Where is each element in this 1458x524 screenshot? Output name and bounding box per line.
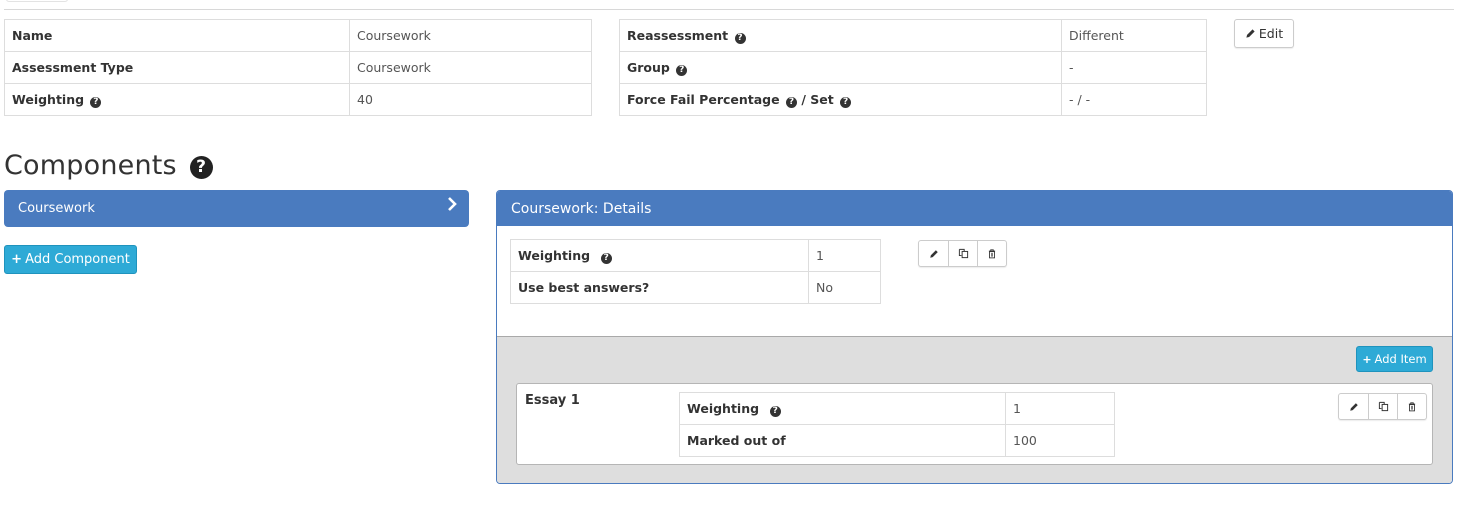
weighting-label: Weighting ? bbox=[4, 83, 350, 116]
use-best-answers-label: Use best answers? bbox=[510, 271, 809, 304]
pencil-icon bbox=[1245, 28, 1256, 39]
pencil-icon bbox=[1349, 402, 1359, 412]
trash-icon bbox=[987, 248, 997, 259]
item-actions bbox=[1338, 393, 1427, 420]
item-title: Essay 1 bbox=[525, 393, 580, 408]
help-icon[interactable]: ? bbox=[600, 252, 612, 264]
help-icon[interactable]: ? bbox=[734, 32, 746, 44]
panel-header: Coursework: Details bbox=[497, 191, 1452, 226]
help-icon[interactable]: ? bbox=[90, 96, 102, 108]
component-actions bbox=[918, 240, 1007, 267]
table-row: Force Fail Percentage ? / Set ? - / - bbox=[619, 83, 1207, 116]
table-row: Assessment Type Coursework bbox=[4, 51, 592, 84]
items-area: + Add Item Essay 1 Weighting ? 1 Marked … bbox=[497, 336, 1452, 483]
edit-component-button[interactable] bbox=[919, 241, 948, 266]
weighting-label: Weighting ? bbox=[510, 239, 809, 272]
panel-title: Coursework: Details bbox=[511, 200, 652, 217]
weighting-value: 40 bbox=[349, 83, 592, 116]
help-icon[interactable]: ? bbox=[769, 405, 781, 417]
group-value: - bbox=[1061, 51, 1207, 84]
add-item-button[interactable]: + Add Item bbox=[1356, 346, 1433, 372]
trash-icon bbox=[1407, 401, 1417, 412]
assessment-settings-table: Reassessment ? Different Group ? - Force… bbox=[619, 19, 1207, 116]
reassessment-label: Reassessment ? bbox=[619, 19, 1062, 52]
pencil-icon bbox=[929, 249, 939, 259]
table-row: Weighting ? 1 bbox=[679, 392, 1115, 425]
copy-component-button[interactable] bbox=[948, 241, 977, 266]
component-label: Coursework bbox=[18, 201, 95, 216]
assessment-info-table: Name Coursework Assessment Type Coursewo… bbox=[4, 19, 592, 116]
table-row: Use best answers? No bbox=[510, 271, 881, 304]
table-row: Name Coursework bbox=[4, 19, 592, 52]
table-row: Weighting ? 40 bbox=[4, 83, 592, 116]
use-best-answers-value: No bbox=[808, 271, 881, 304]
copy-item-button[interactable] bbox=[1368, 394, 1397, 419]
marked-out-of-label: Marked out of bbox=[679, 424, 1006, 457]
add-component-button[interactable]: + Add Component bbox=[4, 245, 137, 274]
reassessment-value: Different bbox=[1061, 19, 1207, 52]
help-icon[interactable]: ? bbox=[840, 96, 852, 108]
marked-out-of-value: 100 bbox=[1005, 424, 1115, 457]
weighting-label: Weighting ? bbox=[679, 392, 1006, 425]
item-card: Essay 1 Weighting ? 1 Marked out of 100 bbox=[516, 383, 1433, 465]
table-row: Marked out of 100 bbox=[679, 424, 1115, 457]
item-details-table: Weighting ? 1 Marked out of 100 bbox=[679, 392, 1115, 457]
copy-icon bbox=[1378, 401, 1389, 412]
delete-component-button[interactable] bbox=[977, 241, 1006, 266]
name-value: Coursework bbox=[349, 19, 592, 52]
delete-item-button[interactable] bbox=[1397, 394, 1426, 419]
help-icon[interactable]: ? bbox=[189, 156, 213, 179]
components-heading: Components ? bbox=[4, 150, 213, 181]
edit-item-button[interactable] bbox=[1339, 394, 1368, 419]
force-fail-label: Force Fail Percentage ? / Set ? bbox=[619, 83, 1062, 116]
copy-icon bbox=[958, 248, 969, 259]
table-row: Weighting ? 1 bbox=[510, 239, 881, 272]
help-icon[interactable]: ? bbox=[785, 96, 797, 108]
assessment-type-value: Coursework bbox=[349, 51, 592, 84]
component-details-table: Weighting ? 1 Use best answers? No bbox=[510, 239, 881, 304]
panel-body: Weighting ? 1 Use best answers? No bbox=[497, 226, 1452, 336]
weighting-value: 1 bbox=[808, 239, 881, 272]
force-fail-value: - / - bbox=[1061, 83, 1207, 116]
edit-button[interactable]: Edit bbox=[1234, 19, 1294, 48]
assessment-type-label: Assessment Type bbox=[4, 51, 350, 84]
plus-icon: + bbox=[11, 252, 23, 267]
table-row: Group ? - bbox=[619, 51, 1207, 84]
chevron-right-icon bbox=[447, 197, 457, 211]
component-details-panel: Coursework: Details Weighting ? 1 Use be… bbox=[496, 190, 1453, 484]
weighting-value: 1 bbox=[1005, 392, 1115, 425]
divider bbox=[4, 9, 1454, 10]
plus-icon: + bbox=[1362, 352, 1372, 366]
table-row: Reassessment ? Different bbox=[619, 19, 1207, 52]
group-label: Group ? bbox=[619, 51, 1062, 84]
top-tab-stub bbox=[6, 0, 68, 2]
help-icon[interactable]: ? bbox=[676, 64, 688, 76]
component-list-item[interactable]: Coursework bbox=[4, 190, 469, 227]
name-label: Name bbox=[4, 19, 350, 52]
